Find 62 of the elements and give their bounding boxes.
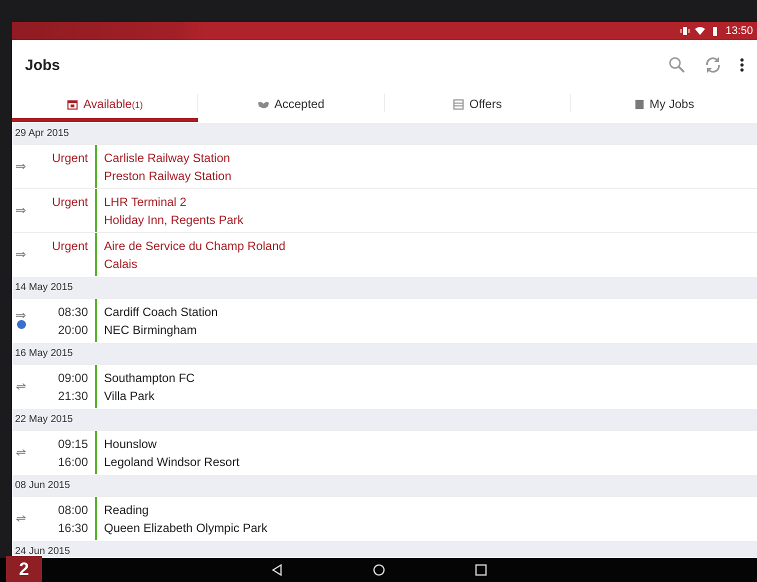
figure-number: 2	[6, 556, 42, 582]
more-icon	[740, 58, 744, 72]
back-icon	[270, 564, 282, 576]
job-row[interactable]: Urgent Aire de Service du Champ Roland Calais	[12, 232, 757, 276]
job-time: 16:30	[58, 520, 88, 536]
back-button[interactable]	[270, 564, 282, 576]
list-icon	[453, 98, 464, 110]
book-icon	[634, 98, 645, 110]
wifi-icon	[695, 26, 706, 36]
recents-button[interactable]	[474, 564, 486, 576]
dropoff-location: Villa Park	[104, 388, 156, 404]
job-row[interactable]: Urgent LHR Terminal 2 Holiday Inn, Regents Park	[12, 188, 757, 232]
swap-arrows-icon	[16, 449, 26, 456]
date-header: 16 May 2015	[12, 342, 757, 364]
pickup-location: Cardiff Coach Station	[104, 304, 219, 320]
dropoff-location: Preston Railway Station	[104, 168, 232, 184]
job-time: 08:30	[58, 304, 88, 320]
dropoff-location: Calais	[104, 256, 138, 272]
search-icon	[668, 56, 686, 74]
pickup-location: Carlisle Railway Station	[104, 150, 232, 166]
job-time: 16:00	[58, 454, 88, 470]
arrow-icon	[16, 312, 26, 319]
job-time: 21:30	[58, 388, 88, 404]
pickup-location: Reading	[104, 502, 150, 518]
home-icon	[372, 564, 384, 576]
job-time: 09:15	[58, 436, 88, 452]
date-header: 29 Apr 2015	[12, 122, 757, 144]
clock: 13:50	[725, 25, 753, 37]
arrow-icon	[16, 163, 26, 170]
job-time: 09:00	[58, 370, 88, 386]
vibrate-icon	[680, 26, 690, 36]
urgency-label: Urgent	[52, 150, 88, 167]
date-header: 08 Jun 2015	[12, 474, 757, 496]
job-row[interactable]: 09:00 21:30 Southampton FC Villa Park	[12, 364, 757, 408]
job-row[interactable]: 09:15 16:00 Hounslow Legoland Windsor Resort	[12, 430, 757, 474]
job-time: 20:00	[58, 322, 88, 338]
arrow-icon	[16, 251, 26, 258]
dropoff-location: NEC Birmingham	[104, 322, 198, 338]
job-row[interactable]: 08:00 16:30 Reading Queen Elizabeth Olympic Park	[12, 496, 757, 540]
date-header: 22 May 2015	[12, 408, 757, 430]
swap-arrows-icon	[16, 383, 26, 390]
arrow-icon	[16, 207, 26, 214]
calendar-icon	[67, 98, 78, 110]
pickup-location: LHR Terminal 2	[104, 194, 188, 210]
swap-arrows-icon	[16, 515, 26, 522]
pickup-location: Aire de Service du Champ Roland	[104, 238, 286, 254]
refresh-icon	[704, 56, 722, 74]
dropoff-location: Holiday Inn, Regents Park	[104, 212, 244, 228]
urgency-label: Urgent	[52, 238, 88, 255]
date-header: 14 May 2015	[12, 276, 757, 298]
job-time: 08:00	[58, 502, 88, 518]
recents-icon	[474, 564, 486, 576]
app-title: Jobs	[25, 56, 62, 74]
pickup-location: Hounslow	[104, 436, 158, 452]
dropoff-location: Legoland Windsor Resort	[104, 454, 240, 470]
job-row[interactable]: 08:30 20:00 Cardiff Coach Station NEC Birmingham	[12, 298, 757, 342]
pickup-location: Southampton FC	[104, 370, 196, 386]
date-header: 24 Jun 2015	[12, 540, 757, 558]
job-row[interactable]: Urgent Carlisle Railway Station Preston Railway Station	[12, 144, 757, 188]
dropoff-location: Queen Elizabeth Olympic Park	[104, 520, 268, 536]
urgency-label: Urgent	[52, 194, 88, 211]
home-button[interactable]	[372, 564, 384, 576]
